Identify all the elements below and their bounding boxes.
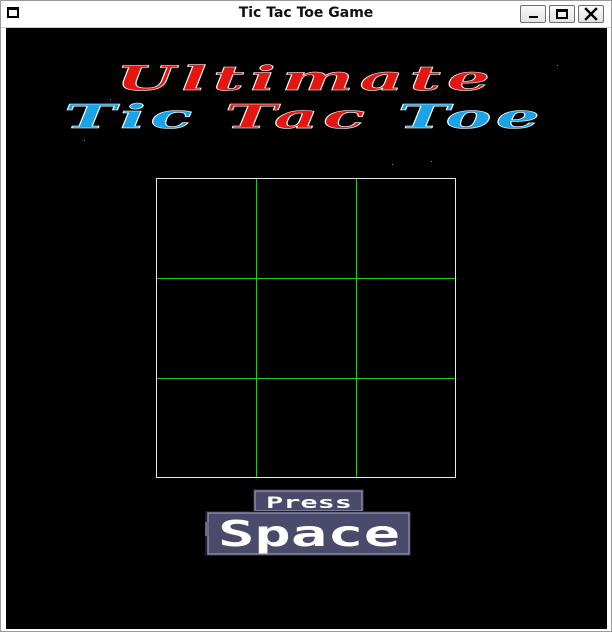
logo-line-tictactoe: Tic Tac Toe	[64, 97, 544, 136]
maximize-button[interactable]	[549, 5, 575, 23]
board-cell-9[interactable]	[357, 379, 456, 478]
app-window: Tic Tac Toe Game Ultimate Tic Tac Toe Pr…	[0, 0, 612, 632]
space-label: Space	[218, 514, 400, 555]
maximize-icon	[556, 9, 568, 19]
board-cell-4[interactable]	[157, 279, 256, 378]
board-cell-7[interactable]	[157, 379, 256, 478]
board-cell-3[interactable]	[357, 179, 456, 278]
title-bar[interactable]: Tic Tac Toe Game	[1, 1, 611, 28]
game-logo: Ultimate Tic Tac Toe	[64, 59, 544, 137]
logo-word-3: Toe	[369, 97, 544, 136]
board-cell-8[interactable]	[257, 379, 356, 478]
minimize-button[interactable]	[520, 5, 546, 23]
logo-line-ultimate: Ultimate	[116, 59, 496, 99]
board-cell-5[interactable]	[257, 279, 356, 378]
close-icon	[584, 7, 598, 21]
close-button[interactable]	[578, 5, 604, 23]
board-cell-2[interactable]	[257, 179, 356, 278]
star	[431, 161, 432, 162]
minimize-icon	[529, 16, 538, 18]
board-cell-6[interactable]	[357, 279, 456, 378]
game-canvas[interactable]: Ultimate Tic Tac Toe Press Space	[6, 28, 607, 629]
logo-word-2: Tac	[197, 97, 370, 136]
logo-word-1: Tic	[64, 97, 197, 136]
press-space-prompt: Press Space	[205, 489, 411, 556]
game-board	[156, 178, 456, 478]
star	[392, 164, 393, 165]
board-cell-1[interactable]	[157, 179, 256, 278]
press-label: Press	[266, 493, 352, 512]
